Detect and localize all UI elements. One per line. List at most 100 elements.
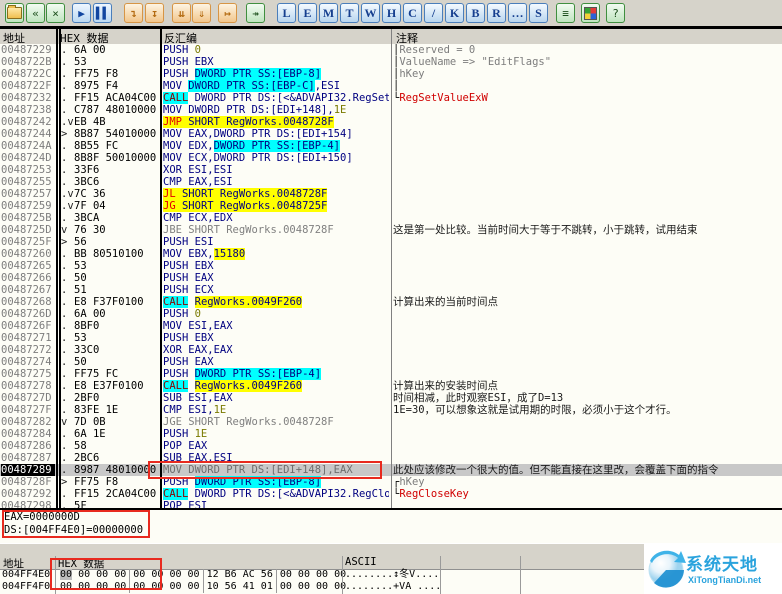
instruction-cell[interactable]: MOV ESI,EAX [163, 320, 389, 332]
hex-bytes-cell[interactable]: BB 80510100 [74, 248, 158, 260]
open-file-button[interactable] [5, 3, 24, 23]
address-cell[interactable]: 0048726F [1, 320, 55, 332]
step-over-button[interactable]: ↧ [145, 3, 164, 23]
view-handles-button[interactable]: H [382, 3, 401, 23]
address-cell[interactable]: 00487259 [1, 200, 55, 212]
hex-bytes-cell[interactable]: 7D 0B [74, 416, 158, 428]
hex-bytes-cell[interactable]: 8B55 FC [74, 140, 158, 152]
dump-ascii[interactable]: ........+VA .... [345, 581, 441, 593]
hex-bytes-cell[interactable]: 2BF0 [74, 392, 158, 404]
pause-button[interactable]: ▌▌ [93, 3, 112, 23]
instruction-cell[interactable]: PUSH 1E [163, 428, 389, 440]
instruction-cell[interactable]: CMP ECX,EDX [163, 212, 389, 224]
hex-bytes-cell[interactable]: 8BF0 [74, 320, 158, 332]
hex-bytes-cell[interactable]: FF15 2CA04C00 [74, 488, 158, 500]
instruction-cell[interactable]: PUSH EBX [163, 260, 389, 272]
instruction-cell[interactable]: PUSH EBX [163, 332, 389, 344]
view-source-button[interactable]: S [529, 3, 548, 23]
address-cell[interactable]: 00487287 [1, 452, 55, 464]
view-windows-button[interactable]: W [361, 3, 380, 23]
hex-bytes-cell[interactable]: FF75 F8 [74, 68, 158, 80]
instruction-cell[interactable]: CMP ESI,1E [163, 404, 389, 416]
hex-bytes-cell[interactable]: 6A 00 [74, 308, 158, 320]
address-cell[interactable]: 00487298 [1, 500, 55, 508]
instruction-cell[interactable]: SUB ESI,EAX [163, 392, 389, 404]
instruction-cell[interactable]: PUSH 0 [163, 44, 389, 56]
hex-bytes-cell[interactable]: 7F 04 [74, 200, 158, 212]
step-into-button[interactable]: ↴ [124, 3, 143, 23]
instruction-cell[interactable]: PUSH EAX [163, 356, 389, 368]
hex-bytes-cell[interactable]: 33C0 [74, 344, 158, 356]
dump-col-ascii[interactable]: ASCII [345, 556, 377, 568]
instruction-cell[interactable]: CALL RegWorks.0049F260 [163, 380, 389, 392]
view-memory-button[interactable]: M [319, 3, 338, 23]
address-cell[interactable]: 0048724D [1, 152, 55, 164]
address-cell[interactable]: 00487257 [1, 188, 55, 200]
instruction-cell[interactable]: MOV EAX,DWORD PTR DS:[EDI+154] [163, 128, 389, 140]
address-cell[interactable]: 0048725D [1, 224, 55, 236]
close-button[interactable]: × [46, 3, 65, 23]
instruction-cell[interactable]: PUSH 0 [163, 308, 389, 320]
instruction-cell[interactable]: JMP SHORT RegWorks.0048728F [163, 116, 389, 128]
address-cell[interactable]: 00487267 [1, 284, 55, 296]
view-patches-button[interactable]: / [424, 3, 443, 23]
view-breakpoints-button[interactable]: B [466, 3, 485, 23]
address-cell[interactable]: 00487242 [1, 116, 55, 128]
address-cell[interactable]: 00487232 [1, 92, 55, 104]
column-divider[interactable] [59, 29, 61, 508]
hex-bytes-cell[interactable]: 2BC6 [74, 452, 158, 464]
column-divider[interactable] [160, 29, 162, 508]
address-cell[interactable]: 0048725F [1, 236, 55, 248]
appearance-button[interactable] [581, 3, 600, 23]
address-cell[interactable]: 0048727D [1, 392, 55, 404]
view-log-button[interactable]: L [277, 3, 296, 23]
hex-bytes-cell[interactable]: EB 4B [74, 116, 158, 128]
instruction-cell[interactable]: XOR EAX,EAX [163, 344, 389, 356]
hex-bytes-cell[interactable]: 50 [74, 272, 158, 284]
address-cell[interactable]: 0048728F [1, 476, 55, 488]
address-cell[interactable]: 00487275 [1, 368, 55, 380]
instruction-cell[interactable]: CALL DWORD PTR DS:[<&ADVAPI32.RegSetValu… [163, 92, 389, 104]
dump-address[interactable]: 004FF4F0 [2, 581, 50, 593]
hex-bytes-cell[interactable]: C787 48010000 [74, 104, 158, 116]
hex-bytes-cell[interactable]: 8975 F4 [74, 80, 158, 92]
address-cell[interactable]: 0048724A [1, 140, 55, 152]
address-cell[interactable]: 00487229 [1, 44, 55, 56]
instruction-cell[interactable]: PUSH DWORD PTR SS:[EBP-8] [163, 68, 389, 80]
trace-into-button[interactable]: ⇊ [172, 3, 191, 23]
instruction-cell[interactable]: CMP EAX,ESI [163, 176, 389, 188]
hex-bytes-cell[interactable]: 53 [74, 260, 158, 272]
address-cell[interactable]: 00487289 [1, 464, 55, 476]
address-cell[interactable]: 00487268 [1, 296, 55, 308]
instruction-cell[interactable]: POP ESI [163, 500, 389, 508]
instruction-cell[interactable]: PUSH ECX [163, 284, 389, 296]
instruction-cell[interactable]: MOV EDX,DWORD PTR SS:[EBP-4] [163, 140, 389, 152]
help-button[interactable]: ? [606, 3, 625, 23]
instruction-cell[interactable]: MOV ECX,DWORD PTR DS:[EDI+150] [163, 152, 389, 164]
hex-bytes-cell[interactable]: E8 E37F0100 [74, 380, 158, 392]
hex-bytes-cell[interactable]: 56 [74, 236, 158, 248]
instruction-cell[interactable]: PUSH DWORD PTR SS:[EBP-4] [163, 368, 389, 380]
view-cpu-button[interactable]: C [403, 3, 422, 23]
hex-bytes-cell[interactable]: 8B87 54010000 [74, 128, 158, 140]
address-cell[interactable]: 00487265 [1, 260, 55, 272]
hex-bytes-cell[interactable]: 3BC6 [74, 176, 158, 188]
hex-bytes-cell[interactable]: 6A 1E [74, 428, 158, 440]
address-cell[interactable]: 00487274 [1, 356, 55, 368]
address-cell[interactable]: 00487253 [1, 164, 55, 176]
address-cell[interactable]: 00487284 [1, 428, 55, 440]
hex-bytes-cell[interactable]: 58 [74, 440, 158, 452]
instruction-cell[interactable]: PUSH EBX [163, 56, 389, 68]
address-cell[interactable]: 0048722F [1, 80, 55, 92]
hex-bytes-cell[interactable]: FF15 ACA04C00 [74, 92, 158, 104]
hex-bytes-cell[interactable]: 8B8F 50010000 [74, 152, 158, 164]
address-cell[interactable]: 0048726D [1, 308, 55, 320]
dump-address[interactable]: 004FF4E0 [2, 569, 50, 581]
instruction-cell[interactable]: JG SHORT RegWorks.0048725F [163, 200, 389, 212]
instruction-cell[interactable]: POP EAX [163, 440, 389, 452]
address-cell[interactable]: 00487271 [1, 332, 55, 344]
instruction-cell[interactable]: MOV DWORD PTR SS:[EBP-C],ESI [163, 80, 389, 92]
instruction-cell[interactable]: MOV DWORD PTR DS:[EDI+148],EAX [163, 464, 389, 476]
view-threads-button[interactable]: T [340, 3, 359, 23]
instruction-cell[interactable]: PUSH ESI [163, 236, 389, 248]
